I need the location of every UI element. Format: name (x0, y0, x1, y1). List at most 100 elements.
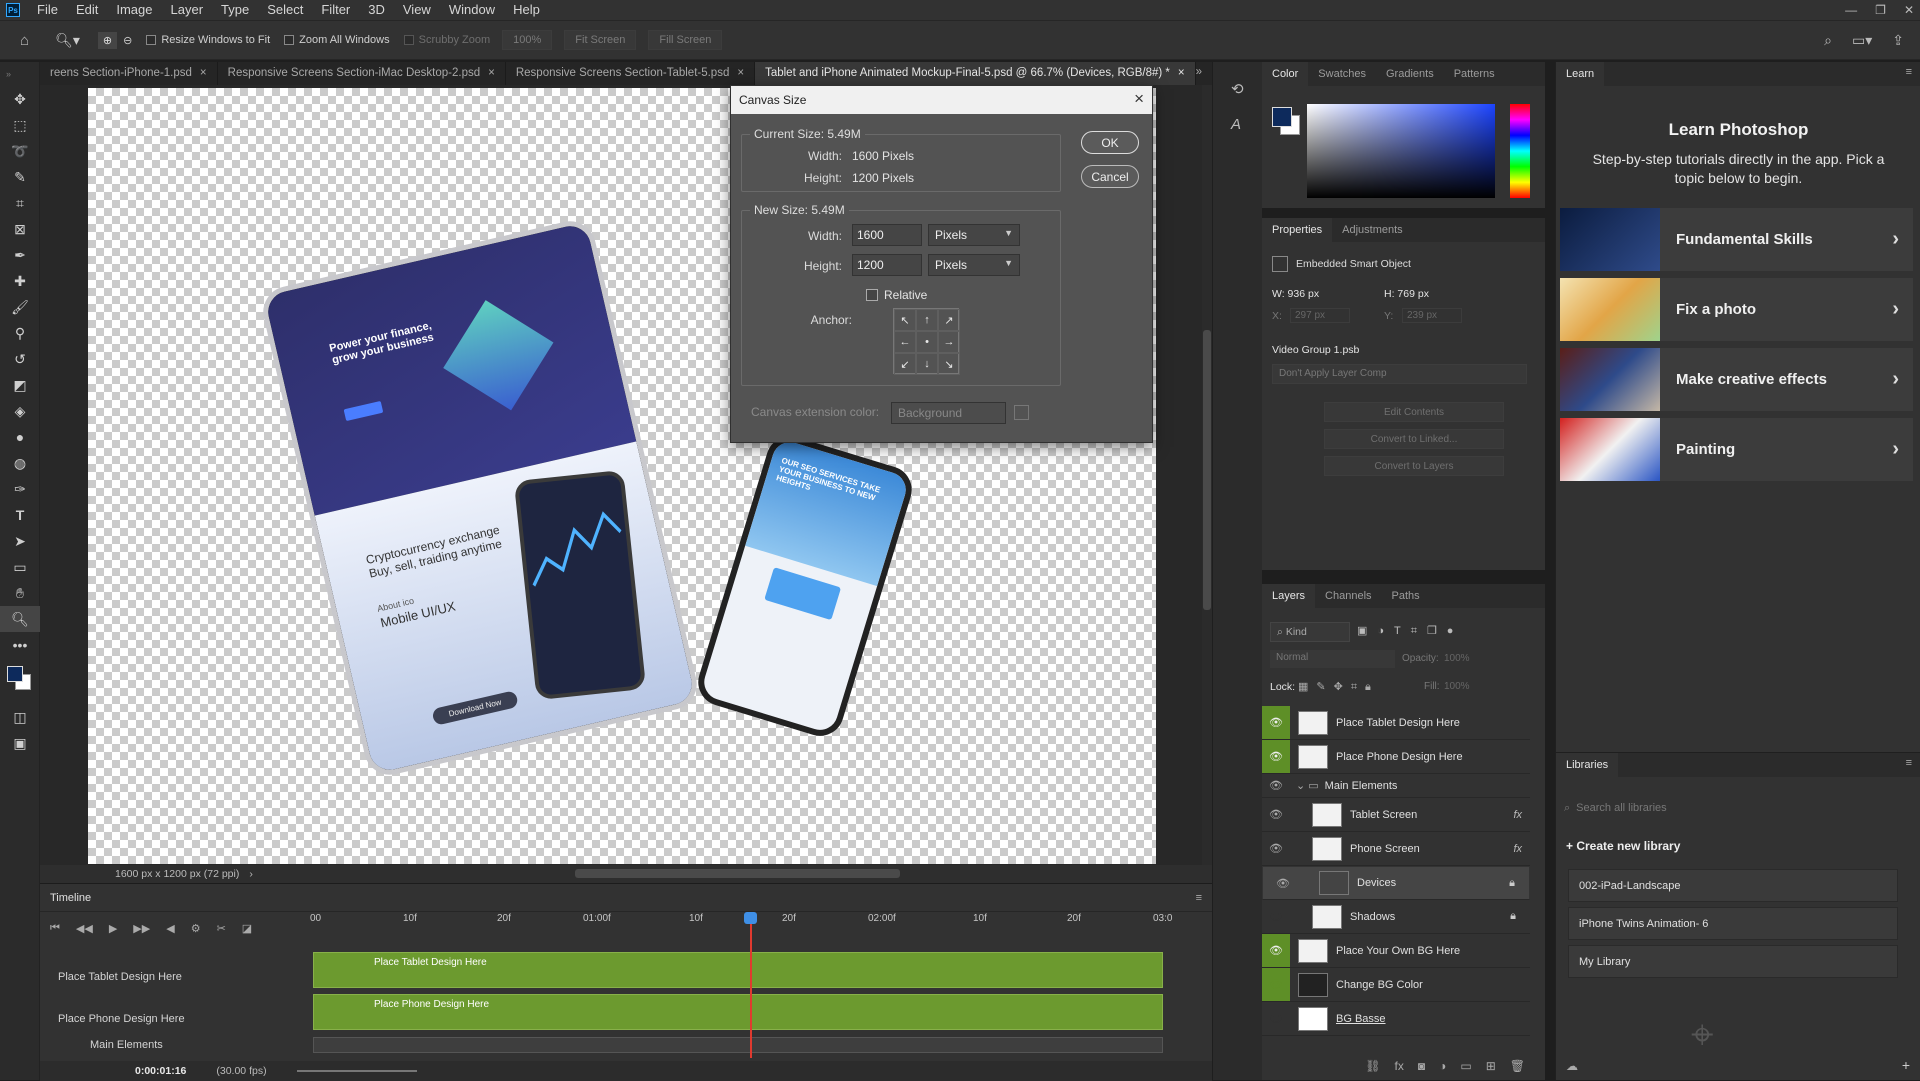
eye-icon[interactable]: 👁︎ (1262, 740, 1290, 773)
adjustment-layer-icon[interactable]: ◑ (1439, 1059, 1446, 1073)
close-window-icon[interactable]: ✕ (1904, 0, 1914, 20)
more-tools-icon[interactable]: ••• (0, 632, 40, 658)
vertical-scroll-thumb[interactable] (1203, 330, 1211, 610)
character-icon[interactable]: A (1231, 116, 1262, 133)
anchor-top-icon[interactable]: ↑ (916, 309, 938, 331)
fx-icon[interactable]: fx (1513, 809, 1522, 821)
zoom-value-field[interactable]: 100% (502, 30, 553, 50)
zoom-tool-icon[interactable]: 🔍︎ (0, 606, 40, 632)
tab-adjustments[interactable]: Adjustments (1332, 218, 1413, 242)
tab-gradients[interactable]: Gradients (1376, 62, 1444, 86)
anchor-top-right-icon[interactable]: ↗ (938, 309, 960, 331)
tab-close-icon[interactable]: × (488, 62, 495, 85)
foreground-color-swatch[interactable] (1272, 107, 1292, 127)
history-brush-tool-icon[interactable]: ↺ (0, 346, 40, 372)
extension-color-select[interactable]: Background (891, 402, 1006, 424)
height-value[interactable]: H: 769 px (1384, 288, 1429, 300)
fill-screen-button[interactable]: Fill Screen (648, 30, 723, 50)
menu-3d[interactable]: 3D (359, 0, 394, 20)
horizontal-scroll-thumb[interactable] (575, 869, 900, 878)
panel-menu-icon[interactable]: ≡ (1906, 66, 1912, 78)
frame-tool-icon[interactable]: ⊠ (0, 216, 40, 242)
library-search-input[interactable]: ⌕ Search all libraries (1564, 797, 1904, 819)
dodge-tool-icon[interactable]: ◍ (0, 450, 40, 476)
link-layers-icon[interactable]: ⛓︎ (1365, 1059, 1380, 1073)
tab-channels[interactable]: Channels (1315, 584, 1381, 608)
create-library-button[interactable]: + Create new library (1566, 839, 1680, 853)
tab-swatches[interactable]: Swatches (1308, 62, 1376, 86)
eye-icon[interactable]: 👁︎ (1262, 968, 1290, 1001)
quick-select-tool-icon[interactable]: ✎ (0, 164, 40, 190)
menu-file[interactable]: File (28, 0, 67, 20)
crop-tool-icon[interactable]: ⌗ (0, 190, 40, 216)
color-picker-field[interactable] (1307, 104, 1495, 198)
track-label-phone[interactable]: Place Phone Design Here (58, 1013, 185, 1025)
layer-group-row[interactable]: 👁︎ ⌄ ▭ Main Elements (1262, 774, 1530, 798)
zoom-tool-preset-icon[interactable]: 🔍︎▾ (55, 32, 80, 49)
split-icon[interactable]: ✂ (217, 922, 226, 935)
fit-screen-button[interactable]: Fit Screen (564, 30, 637, 50)
panel-menu-icon[interactable]: ≡ (1906, 757, 1912, 769)
screen-mode-icon[interactable]: ▣ (0, 730, 40, 756)
menu-help[interactable]: Help (504, 0, 549, 20)
blend-mode-select[interactable]: Normal (1270, 650, 1395, 668)
menu-filter[interactable]: Filter (312, 0, 359, 20)
tab-libraries[interactable]: Libraries (1556, 753, 1619, 777)
learn-card-painting[interactable]: Painting › (1560, 418, 1913, 481)
layer-row[interactable]: 👁︎ Place Tablet Design Here (1262, 706, 1530, 740)
anchor-bottom-icon[interactable]: ↓ (916, 353, 938, 375)
rectangle-tool-icon[interactable]: ▭ (0, 554, 40, 580)
layer-filter-icons[interactable]: ▣◑T⌗❐● (1357, 624, 1463, 638)
color-swatches[interactable] (0, 658, 39, 704)
doc-tab-tablet[interactable]: Responsive Screens Section-Tablet-5.psd × (506, 62, 756, 85)
opacity-field[interactable]: 100% (1444, 653, 1470, 664)
learn-card-creative[interactable]: Make creative effects › (1560, 348, 1913, 411)
panel-menu-icon[interactable]: ≡ (1196, 892, 1202, 904)
dialog-close-icon[interactable]: × (1134, 89, 1144, 109)
search-icon[interactable]: ⌕ (1824, 32, 1832, 49)
zoom-in-icon[interactable]: ⊕ (97, 31, 118, 49)
library-item[interactable]: iPhone Twins Animation- 6 (1568, 907, 1898, 940)
new-height-input[interactable]: 1200 (852, 254, 922, 276)
eye-icon[interactable]: 👁︎ (1262, 900, 1290, 933)
eye-icon[interactable]: 👁︎ (1262, 934, 1290, 967)
layer-comp-select[interactable]: Don't Apply Layer Comp (1272, 364, 1527, 384)
tab-color[interactable]: Color (1262, 62, 1309, 86)
status-menu-icon[interactable]: › (249, 868, 253, 880)
eye-icon[interactable]: 👁︎ (1262, 832, 1290, 865)
tab-patterns[interactable]: Patterns (1444, 62, 1505, 86)
anchor-center-icon[interactable]: • (916, 331, 938, 353)
group-track[interactable] (313, 1037, 1163, 1053)
menu-type[interactable]: Type (212, 0, 258, 20)
eye-icon[interactable]: 👁︎ (1262, 1002, 1290, 1035)
height-unit-select[interactable]: Pixels ▼ (928, 254, 1020, 276)
new-layer-icon[interactable]: ⊞ (1486, 1059, 1496, 1073)
cloud-sync-icon[interactable]: ☁ (1566, 1059, 1578, 1073)
menu-layer[interactable]: Layer (162, 0, 213, 20)
anchor-right-icon[interactable]: → (938, 331, 960, 353)
eye-icon[interactable]: 👁︎ (1262, 706, 1290, 739)
extension-color-swatch[interactable] (1014, 405, 1029, 420)
first-frame-icon[interactable]: ⏮ (50, 922, 60, 935)
doc-tab-imac[interactable]: Responsive Screens Section-iMac Desktop-… (218, 62, 506, 85)
healing-brush-tool-icon[interactable]: ✚ (0, 268, 40, 294)
y-field[interactable]: 239 px (1402, 308, 1462, 323)
tab-layers[interactable]: Layers (1262, 584, 1316, 608)
hue-slider[interactable] (1510, 104, 1530, 198)
blur-tool-icon[interactable]: ● (0, 424, 40, 450)
eraser-tool-icon[interactable]: ◩ (0, 372, 40, 398)
collapse-icon[interactable]: » (0, 62, 39, 86)
clone-stamp-tool-icon[interactable]: ⚲ (0, 320, 40, 346)
new-width-input[interactable]: 1600 (852, 224, 922, 246)
zoom-slider[interactable] (296, 1070, 417, 1072)
clip-tablet[interactable]: Place Tablet Design Here (313, 952, 1163, 988)
next-frame-icon[interactable]: ▶▶ (133, 922, 150, 935)
menu-view[interactable]: View (394, 0, 440, 20)
tab-close-icon[interactable]: × (1178, 62, 1185, 85)
layer-row[interactable]: 👁︎ Place Your Own BG Here (1262, 934, 1530, 968)
brush-tool-icon[interactable]: 🖌︎ (0, 294, 40, 320)
type-tool-icon[interactable]: T (0, 502, 40, 528)
resize-windows-checkbox[interactable]: Resize Windows to Fit (146, 34, 270, 46)
anchor-grid[interactable]: ↖ ↑ ↗ ← • → ↙ ↓ ↘ (893, 308, 960, 375)
menu-select[interactable]: Select (258, 0, 312, 20)
